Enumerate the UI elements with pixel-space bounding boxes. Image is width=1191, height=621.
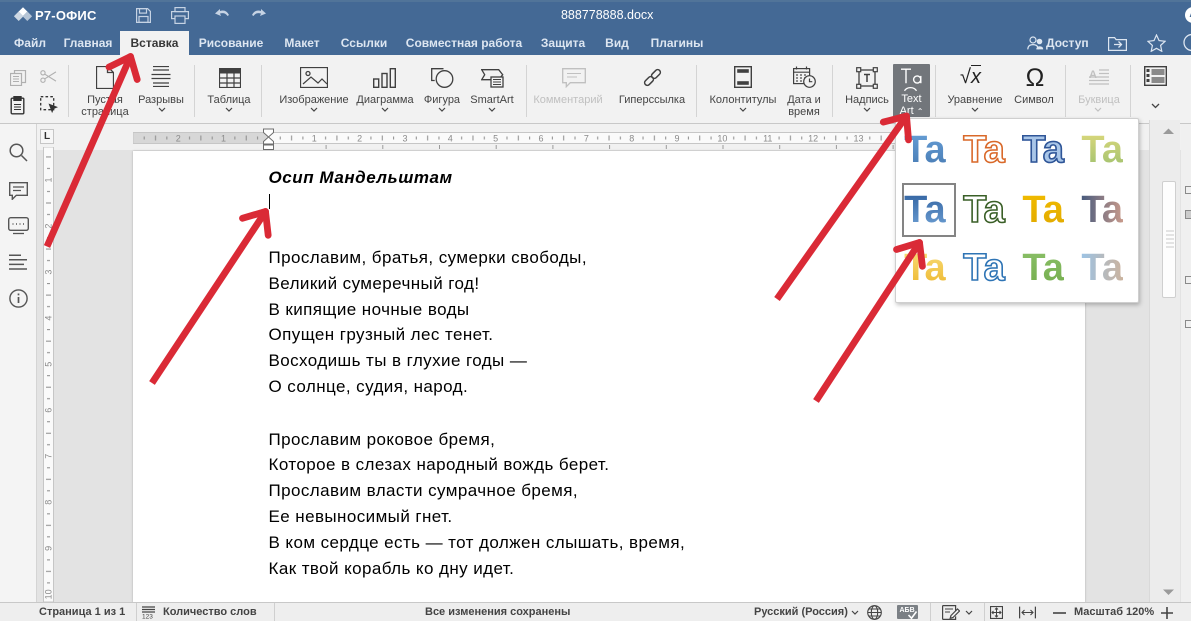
svg-text:10: 10: [43, 589, 53, 599]
svg-text:7: 7: [43, 454, 53, 459]
svg-text:5: 5: [43, 362, 53, 367]
svg-text:3: 3: [402, 134, 407, 144]
svg-text:7: 7: [584, 134, 589, 144]
svg-text:8: 8: [629, 134, 634, 144]
svg-text:9: 9: [43, 546, 53, 551]
svg-text:6: 6: [538, 134, 543, 144]
svg-text:3: 3: [43, 270, 53, 275]
svg-text:8: 8: [43, 500, 53, 505]
svg-text:9: 9: [675, 134, 680, 144]
svg-text:4: 4: [43, 316, 53, 321]
svg-text:4: 4: [448, 134, 453, 144]
svg-text:2: 2: [43, 224, 53, 229]
svg-text:5: 5: [493, 134, 498, 144]
svg-text:1: 1: [43, 177, 53, 182]
svg-text:2: 2: [357, 134, 362, 144]
svg-text:1: 1: [221, 134, 226, 144]
svg-text:A: A: [1089, 69, 1097, 81]
svg-text:13: 13: [853, 134, 863, 144]
svg-text:1: 1: [312, 134, 317, 144]
svg-text:12: 12: [808, 134, 818, 144]
svg-text:11: 11: [763, 134, 772, 144]
svg-text:2: 2: [176, 134, 181, 144]
svg-text:10: 10: [717, 134, 727, 144]
svg-text:123: 123: [142, 614, 153, 620]
svg-text:6: 6: [43, 408, 53, 413]
